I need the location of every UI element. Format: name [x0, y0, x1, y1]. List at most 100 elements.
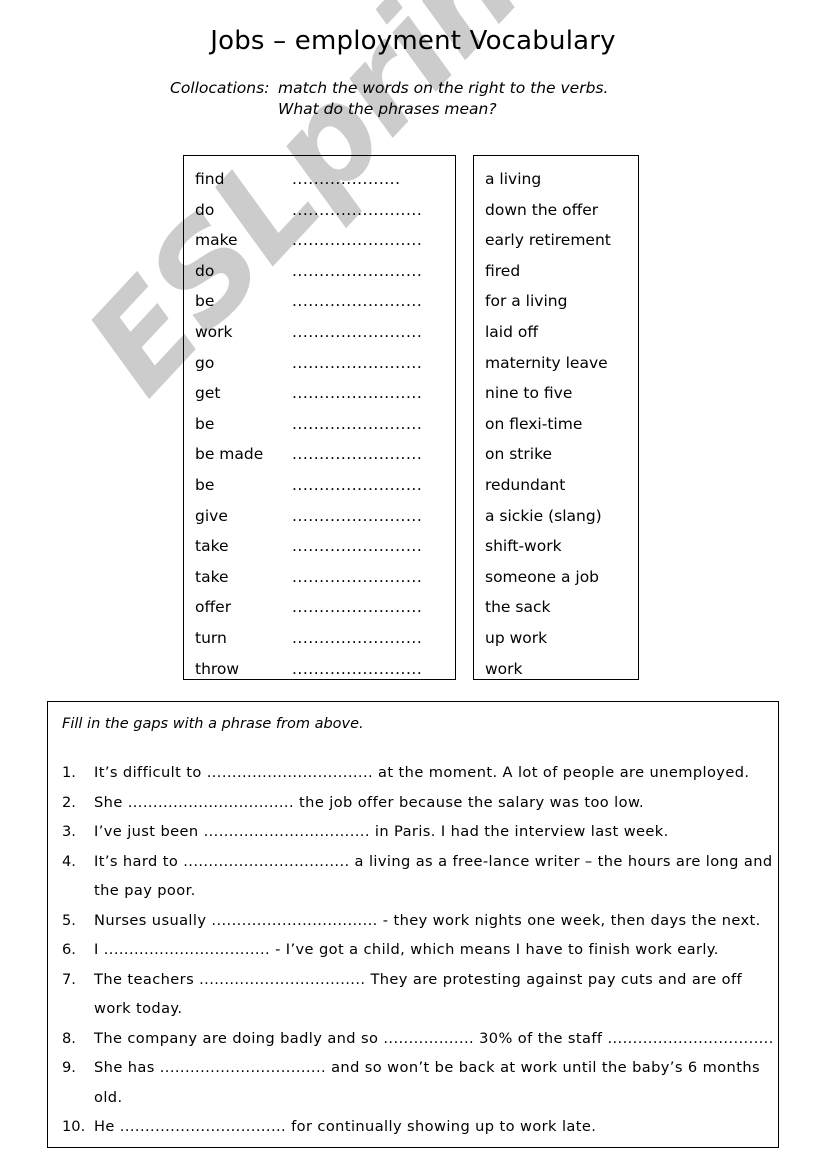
verb-label: take — [195, 567, 229, 586]
gapfill-item-text[interactable]: The teachers ...........................… — [94, 971, 742, 1018]
phrase-item: work — [485, 659, 523, 678]
gapfill-item-text[interactable]: It’s difficult to ......................… — [94, 764, 749, 781]
instructions-lead: Collocations: — [170, 79, 270, 97]
verb-label: be — [195, 292, 215, 311]
gapfill-item-number: 8. — [62, 1029, 76, 1047]
answer-blank[interactable]: ........................ — [292, 623, 422, 654]
answer-blank[interactable]: ........................ — [292, 348, 422, 379]
answer-blank[interactable]: ........................ — [292, 562, 422, 593]
phrase-item: nine to five — [485, 384, 573, 403]
verb-row: work........................ — [184, 317, 455, 348]
phrase-item: shift-work — [485, 537, 562, 556]
verb-row: go........................ — [184, 348, 455, 379]
verb-label: give — [195, 506, 228, 525]
verb-row: be........................ — [184, 470, 455, 501]
verb-row: throw........................ — [184, 654, 455, 685]
answer-blank[interactable]: ........................ — [292, 470, 422, 501]
answer-blank[interactable]: ........................ — [292, 195, 422, 226]
gapfill-item-text[interactable]: I ................................. - I’… — [94, 941, 719, 958]
verb-row: give........................ — [184, 501, 455, 532]
verb-label: go — [195, 353, 215, 372]
gapfill-list: 1. It’s difficult to ....................… — [48, 758, 778, 1142]
phrase-list: a living down the offer early retirement fi… — [474, 156, 638, 684]
gapfill-item-number: 1. — [62, 764, 76, 781]
verb-label: turn — [195, 628, 227, 647]
answer-blank[interactable]: ........................ — [292, 378, 422, 409]
verb-label: work — [195, 322, 233, 341]
verb-row: make........................ — [184, 225, 455, 256]
gapfill-item-number: 3. — [62, 823, 76, 840]
verb-label: throw — [195, 659, 240, 678]
gapfill-item-number: 2. — [62, 793, 76, 811]
phrase-item: a sickie (slang) — [485, 506, 602, 525]
verb-row: be........................ — [184, 286, 455, 317]
phrase-item: a living — [485, 170, 542, 188]
gapfill-item-text[interactable]: She ................................. th… — [94, 794, 644, 811]
gapfill-item-text[interactable]: She has ................................… — [94, 1059, 760, 1106]
gapfill-item-number: 5. — [62, 911, 76, 929]
gapfill-item-number: 9. — [62, 1059, 76, 1076]
gapfill-item-text[interactable]: He ................................. for… — [94, 1118, 596, 1135]
gapfill-item: 5. Nurses usually .......................… — [62, 906, 778, 936]
answer-blank[interactable]: ........................ — [292, 654, 422, 685]
gapfill-item: 8. The company are doing badly and so ...… — [62, 1024, 778, 1054]
gapfill-item: 7. The teachers .........................… — [62, 965, 778, 1024]
gapfill-item-number: 7. — [62, 970, 76, 988]
gapfill-item-text[interactable]: It’s hard to ...........................… — [94, 853, 773, 900]
instructions-line-1: match the words on the right to the verb… — [278, 79, 609, 97]
phrase-item: on flexi-time — [485, 414, 583, 433]
answer-blank[interactable]: ........................ — [292, 501, 422, 532]
verb-label: do — [195, 261, 215, 280]
phrase-item: for a living — [485, 292, 568, 311]
answer-blank[interactable]: ........................ — [292, 592, 422, 623]
phrase-item: maternity leave — [485, 353, 608, 372]
verb-label: find — [195, 170, 225, 188]
verb-column-box: find.................... do..............… — [183, 155, 456, 680]
verb-label: do — [195, 200, 215, 219]
verb-label: be — [195, 475, 215, 494]
answer-blank[interactable]: ........................ — [292, 409, 422, 440]
answer-blank[interactable]: ........................ — [292, 531, 422, 562]
instructions: Collocations: match the words on the righ… — [170, 78, 730, 120]
gapfill-item: 3. I’ve just been .......................… — [62, 817, 778, 847]
verb-row: take........................ — [184, 531, 455, 562]
phrase-item: the sack — [485, 598, 551, 617]
gapfill-item: 6. I ................................. - … — [62, 935, 778, 965]
gapfill-box: Fill in the gaps with a phrase from abov… — [47, 701, 779, 1148]
verb-row: be........................ — [184, 409, 455, 440]
gapfill-item-text[interactable]: I’ve just been .........................… — [94, 823, 669, 840]
verb-label: be — [195, 414, 215, 433]
verb-label: offer — [195, 598, 232, 617]
page-title: Jobs – employment Vocabulary — [210, 26, 616, 56]
gapfill-heading: Fill in the gaps with a phrase from abov… — [62, 716, 364, 732]
gapfill-item: 4. It’s hard to .........................… — [62, 847, 778, 906]
gapfill-item: 2. She ................................. … — [62, 788, 778, 818]
verb-row: do........................ — [184, 256, 455, 287]
phrase-item: redundant — [485, 475, 566, 494]
verb-label: get — [195, 384, 221, 403]
verb-label: take — [195, 537, 229, 556]
phrase-item: on strike — [485, 445, 553, 464]
answer-blank[interactable]: ........................ — [292, 256, 422, 287]
answer-blank[interactable]: .................... — [292, 164, 401, 195]
phrase-item: laid off — [485, 322, 539, 341]
gapfill-item-text[interactable]: Nurses usually .........................… — [94, 912, 761, 929]
verb-row: turn........................ — [184, 623, 455, 654]
verb-row: get........................ — [184, 378, 455, 409]
verb-row: find.................... — [184, 164, 455, 195]
gapfill-item-text[interactable]: The company are doing badly and so .....… — [94, 1030, 774, 1047]
phrase-item: early retirement — [485, 231, 611, 250]
answer-blank[interactable]: ........................ — [292, 317, 422, 348]
gapfill-item: 9. She has ..............................… — [62, 1053, 778, 1112]
instructions-line-2: What do the phrases mean? — [278, 100, 497, 118]
verb-label: make — [195, 231, 238, 250]
answer-blank[interactable]: ........................ — [292, 225, 422, 256]
phrase-item: someone a job — [485, 567, 600, 586]
verb-row: offer........................ — [184, 592, 455, 623]
answer-blank[interactable]: ........................ — [292, 286, 422, 317]
answer-blank[interactable]: ........................ — [292, 439, 422, 470]
verb-row: be made........................ — [184, 439, 455, 470]
verb-row: do........................ — [184, 195, 455, 226]
gapfill-item-number: 10. — [62, 1118, 86, 1135]
phrase-item: up work — [485, 628, 548, 647]
